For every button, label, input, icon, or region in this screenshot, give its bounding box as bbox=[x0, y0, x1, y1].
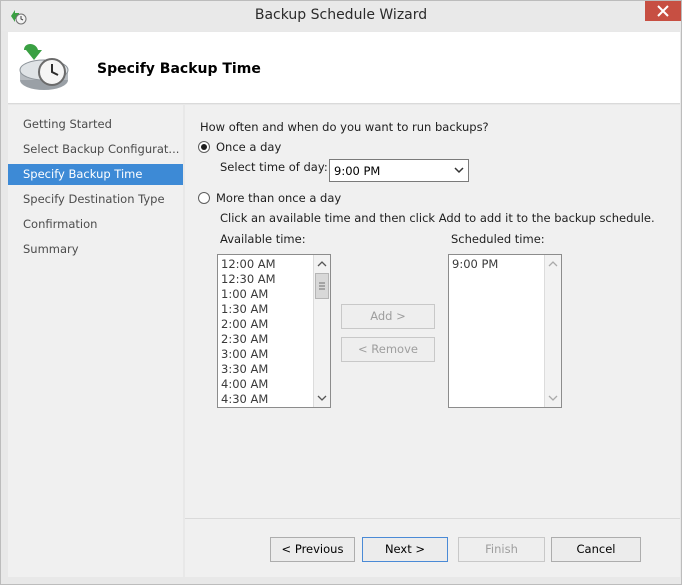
more-than-once-label[interactable]: More than once a day bbox=[216, 191, 341, 205]
list-item[interactable]: 3:00 AM bbox=[221, 347, 268, 361]
chevron-down-icon bbox=[454, 167, 464, 174]
list-item[interactable]: 2:30 AM bbox=[221, 332, 268, 346]
close-icon bbox=[657, 5, 669, 17]
nav-item-specify-backup-time[interactable]: Specify Backup Time bbox=[8, 164, 183, 185]
scheduled-time-list[interactable]: 9:00 PM bbox=[448, 254, 562, 408]
wizard-header: Specify Backup Time bbox=[8, 32, 680, 104]
cancel-button[interactable]: Cancel bbox=[551, 537, 641, 562]
list-item[interactable]: 4:00 AM bbox=[221, 377, 268, 391]
nav-item-specify-destination-type[interactable]: Specify Destination Type bbox=[8, 189, 183, 210]
list-item[interactable]: 1:00 AM bbox=[221, 287, 268, 301]
scroll-up-icon[interactable] bbox=[314, 256, 330, 272]
once-a-day-label[interactable]: Once a day bbox=[216, 140, 281, 154]
close-button[interactable] bbox=[645, 1, 681, 21]
frequency-question: How often and when do you want to run ba… bbox=[200, 120, 489, 134]
scroll-down-icon[interactable] bbox=[314, 390, 330, 406]
finish-button[interactable]: Finish bbox=[458, 537, 545, 562]
window-title: Backup Schedule Wizard bbox=[254, 7, 428, 23]
list-item[interactable]: 2:00 AM bbox=[221, 317, 268, 331]
main-content: How often and when do you want to run ba… bbox=[185, 105, 680, 518]
scroll-down-icon[interactable] bbox=[545, 390, 561, 406]
wizard-footer: < Previous Next > Finish Cancel bbox=[185, 518, 680, 577]
time-of-day-label: Select time of day: bbox=[220, 160, 328, 174]
list-item[interactable]: 1:30 AM bbox=[221, 302, 268, 316]
list-item[interactable]: 9:00 PM bbox=[452, 257, 498, 271]
nav-item-summary[interactable]: Summary bbox=[8, 239, 183, 260]
nav-item-getting-started[interactable]: Getting Started bbox=[8, 114, 183, 135]
list-item[interactable]: 4:30 AM bbox=[221, 392, 268, 406]
scrollbar-thumb[interactable] bbox=[315, 273, 329, 299]
scheduled-list-scrollbar[interactable] bbox=[544, 255, 561, 407]
available-time-list[interactable]: 12:00 AM 12:30 AM 1:00 AM 1:30 AM 2:00 A… bbox=[217, 254, 331, 408]
remove-button[interactable]: < Remove bbox=[341, 337, 435, 362]
available-list-scrollbar[interactable] bbox=[313, 255, 330, 407]
list-item[interactable]: 3:30 AM bbox=[221, 362, 268, 376]
available-time-label: Available time: bbox=[220, 232, 306, 246]
add-button[interactable]: Add > bbox=[341, 304, 435, 329]
time-of-day-select[interactable]: 9:00 PM bbox=[329, 159, 469, 182]
more-than-once-radio[interactable] bbox=[198, 192, 210, 204]
wizard-steps-nav: Getting Started Select Backup Configurat… bbox=[8, 105, 183, 577]
wizard-backup-clock-icon bbox=[16, 40, 72, 94]
wizard-window: Backup Schedule Wizard Specify Backup Ti… bbox=[0, 0, 682, 585]
page-title: Specify Backup Time bbox=[97, 61, 261, 77]
previous-button[interactable]: < Previous bbox=[270, 537, 355, 562]
time-of-day-value: 9:00 PM bbox=[334, 164, 381, 178]
next-button[interactable]: Next > bbox=[362, 537, 448, 562]
nav-item-select-backup-configuration[interactable]: Select Backup Configurat... bbox=[8, 139, 183, 160]
once-a-day-radio[interactable] bbox=[198, 141, 210, 153]
list-item[interactable]: 12:00 AM bbox=[221, 257, 276, 271]
scroll-up-icon[interactable] bbox=[545, 256, 561, 272]
nav-item-confirmation[interactable]: Confirmation bbox=[8, 214, 183, 235]
scheduled-time-label: Scheduled time: bbox=[451, 232, 545, 246]
list-item[interactable]: 12:30 AM bbox=[221, 272, 276, 286]
add-instructions: Click an available time and then click A… bbox=[220, 211, 655, 225]
title-bar: Backup Schedule Wizard bbox=[1, 1, 681, 31]
